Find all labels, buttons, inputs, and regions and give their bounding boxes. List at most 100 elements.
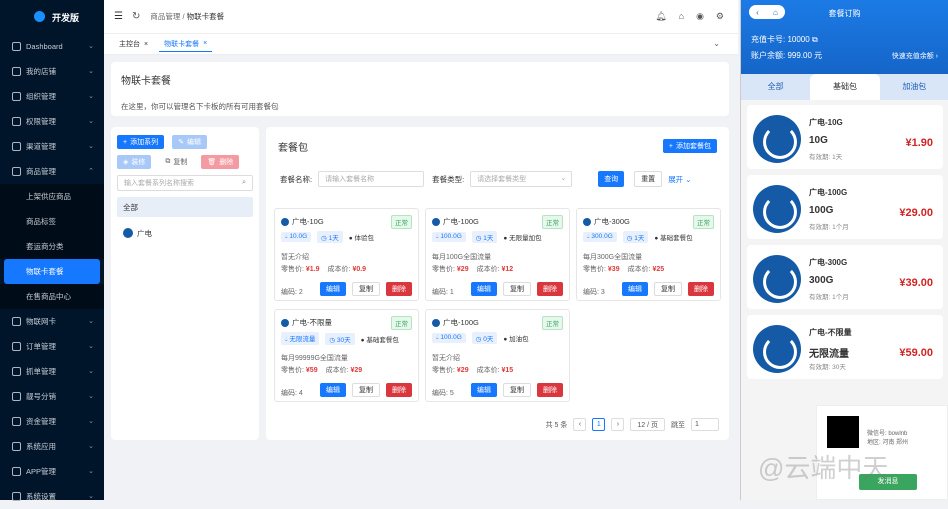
cost-label: 成本价:: [327, 266, 351, 273]
cost-price: ¥29: [350, 367, 363, 374]
package-description: 暂无介绍: [432, 355, 460, 362]
clock-icon: ◷: [475, 235, 482, 242]
copy-button[interactable]: 复制: [352, 282, 380, 296]
copy-icon[interactable]: ⧉: [812, 35, 818, 44]
sidebar-item[interactable]: 资金管理 ⌄: [0, 409, 104, 434]
item-validity: 有效期: 1天: [809, 154, 843, 161]
quick-recharge-link[interactable]: 快速充值余额 ›: [892, 51, 938, 61]
status-badge: 正常: [693, 215, 714, 229]
page-size-select[interactable]: 12 / 页: [630, 418, 665, 431]
sidebar-item[interactable]: 物联卡套餐: [4, 259, 100, 284]
series-search-input[interactable]: 输入套餐系列名称搜索 ⌕: [117, 175, 253, 191]
cost-price: ¥12: [501, 266, 514, 273]
tab-iot-package[interactable]: 物联卡套餐 ×: [159, 37, 213, 52]
delete-button[interactable]: 删除: [386, 282, 412, 296]
reset-button[interactable]: 重置: [634, 171, 663, 187]
chevron-down-icon[interactable]: ⌄: [713, 39, 720, 48]
sidebar-item[interactable]: 靓号分销 ⌄: [0, 384, 104, 409]
search-icon[interactable]: ⌕: [242, 179, 246, 187]
drop-icon: 💧︎: [285, 233, 288, 240]
sidebar-item[interactable]: 上架供应商品: [0, 184, 104, 209]
mobile-package-item[interactable]: 广电-100G 100G 有效期: 1个月 ¥29.00: [747, 175, 943, 239]
next-page-button[interactable]: ›: [611, 418, 625, 431]
add-series-button[interactable]: + 添加系列: [117, 135, 165, 149]
mobile-package-item[interactable]: 广电-300G 300G 有效期: 1个月 ¥39.00: [747, 245, 943, 309]
prev-page-button[interactable]: ‹: [573, 418, 587, 431]
lock-icon[interactable]: ⌂: [679, 11, 684, 22]
type-tag: ● 无限量加包: [503, 232, 541, 242]
sidebar-item[interactable]: 在售商品中心: [0, 284, 104, 309]
expand-toggle[interactable]: 展开 ⌄: [668, 174, 691, 185]
edit-series-button[interactable]: ✎ 编辑: [172, 135, 207, 149]
pagination: 共 5 条 ‹ 1 › 12 / 页 跳至 1: [546, 418, 719, 431]
package-card: 广电-不限量 正常 💧︎ 无限流量 ◷ 30天 ● 基础套餐包 每月99999G全国流量零…: [274, 309, 419, 402]
tab-dashboard[interactable]: 主控台 ×: [114, 37, 153, 52]
sidebar-item-label: Dashboard: [26, 42, 63, 51]
copy-series-button[interactable]: ⧉ 复制: [159, 155, 194, 169]
add-package-button[interactable]: + 添加套餐包: [662, 139, 717, 153]
edit-button[interactable]: 编辑: [320, 282, 346, 296]
edit-button[interactable]: 编辑: [471, 282, 497, 296]
query-button[interactable]: 查询: [598, 171, 625, 187]
type-tag: ● 基础套餐包: [361, 334, 399, 344]
page-number[interactable]: 1: [592, 418, 606, 431]
breadcrumb-parent[interactable]: 商品管理: [150, 12, 180, 21]
mobile-tab-addon[interactable]: 加油包: [880, 74, 948, 100]
delete-button[interactable]: 删除: [537, 383, 563, 397]
sidebar-item[interactable]: 商品标签: [0, 209, 104, 234]
sidebar-item[interactable]: Dashboard ⌄: [0, 34, 104, 59]
chevron-icon: ⌄: [88, 143, 94, 150]
package-tags: 💧︎ 100.0G ◷ 0天 ● 加油包: [432, 332, 529, 344]
package-type-select[interactable]: 请选择套餐类型 ⌄: [470, 171, 573, 187]
mobile-tab-basic[interactable]: 基础包: [810, 74, 880, 100]
tag-text: 1天: [634, 235, 645, 242]
brand[interactable]: 开发版: [0, 0, 104, 34]
copy-button[interactable]: 复制: [503, 282, 531, 296]
copy-button[interactable]: 复制: [654, 282, 682, 296]
mobile-package-item[interactable]: 广电-10G 10G 有效期: 1天 ¥1.90: [747, 105, 943, 169]
menu-fold-icon[interactable]: ☰: [114, 11, 123, 22]
delete-button[interactable]: 删除: [386, 383, 412, 397]
delete-button[interactable]: 删除: [688, 282, 714, 296]
delete-button[interactable]: 删除: [537, 282, 563, 296]
refresh-icon[interactable]: ↻: [132, 11, 140, 22]
series-item-all[interactable]: 全部: [117, 197, 253, 217]
sidebar-item[interactable]: 订单管理 ⌄: [0, 334, 104, 359]
expand-label: 展开: [668, 174, 684, 184]
copy-button[interactable]: 复制: [503, 383, 531, 397]
edit-button[interactable]: 编辑: [320, 383, 346, 397]
guangdian-logo-icon: [753, 115, 801, 163]
language-icon[interactable]: ◉: [696, 11, 704, 22]
copy-button[interactable]: 复制: [352, 383, 380, 397]
chevron-icon: ⌄: [88, 368, 94, 375]
series-item-guangdian[interactable]: 广电: [117, 223, 253, 243]
mobile-package-item[interactable]: 广电-不限量 无限流量 有效期: 30天 ¥59.00: [747, 315, 943, 379]
sidebar-item[interactable]: 套运商分类: [0, 234, 104, 259]
edit-button[interactable]: 编辑: [622, 282, 648, 296]
retail-label: 零售价:: [281, 367, 304, 374]
clock-icon: ◷: [475, 336, 482, 343]
sidebar-item[interactable]: 系统设置 ⌄: [0, 484, 104, 509]
sidebar-item[interactable]: 物联网卡 ⌄: [0, 309, 104, 334]
sidebar-item[interactable]: 组织管理 ⌄: [0, 84, 104, 109]
sidebar-item[interactable]: 权限管理 ⌄: [0, 109, 104, 134]
decorate-series-button[interactable]: ◈ 装修: [117, 155, 152, 169]
package-name-input[interactable]: 请输入套餐名称: [318, 171, 425, 187]
gear-icon[interactable]: ⚙: [716, 11, 724, 22]
delete-series-button[interactable]: 🗑︎ 删除: [201, 155, 240, 169]
sidebar-item[interactable]: 渠道管理 ⌄: [0, 134, 104, 159]
sidebar-item[interactable]: 系统应用 ⌄: [0, 434, 104, 459]
mobile-header: ‹ ⌂ 套餐订购 充值卡号: 10000 ⧉ 账户余额: 999.00 元 快速充…: [741, 0, 948, 74]
sidebar-item[interactable]: 我的店铺 ⌄: [0, 59, 104, 84]
chevron-icon: ⌃: [88, 168, 94, 175]
edit-button[interactable]: 编辑: [471, 383, 497, 397]
sidebar-item[interactable]: 抓单管理 ⌄: [0, 359, 104, 384]
sidebar-item[interactable]: 商品管理 ⌃: [0, 159, 104, 184]
package-tags: 💧︎ 100.0G ◷ 1天 ● 无限量加包: [432, 231, 542, 243]
jump-input[interactable]: 1: [691, 418, 719, 431]
sidebar-item[interactable]: APP管理 ⌄: [0, 459, 104, 484]
bell-icon[interactable]: 🔔︎: [655, 11, 666, 22]
mobile-tab-all[interactable]: 全部: [741, 74, 810, 100]
close-icon[interactable]: ×: [203, 40, 207, 47]
close-icon[interactable]: ×: [144, 41, 148, 48]
